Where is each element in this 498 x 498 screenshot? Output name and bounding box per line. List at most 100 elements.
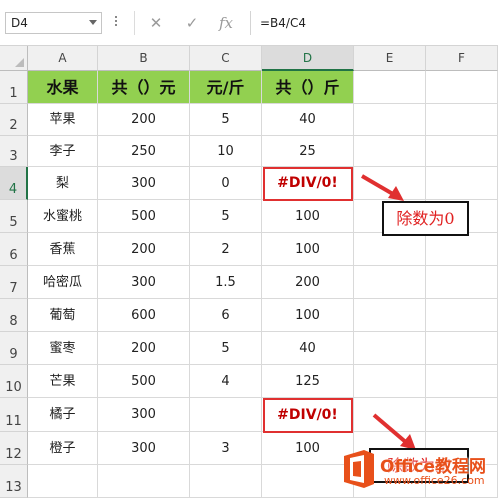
column-header-e[interactable]: E bbox=[354, 46, 426, 71]
cell-b10[interactable]: 500 bbox=[98, 365, 190, 398]
triangle-icon bbox=[15, 58, 24, 67]
formula-input[interactable]: =B4/C4 bbox=[250, 11, 498, 35]
cell-b5[interactable]: 500 bbox=[98, 200, 190, 233]
column-header-c[interactable]: C bbox=[190, 46, 262, 71]
column-header-f[interactable]: F bbox=[426, 46, 498, 71]
cell-e10[interactable] bbox=[354, 365, 426, 398]
row-number: 10 bbox=[5, 380, 22, 395]
cell-b3[interactable]: 250 bbox=[98, 136, 190, 167]
row-header[interactable]: 8 bbox=[0, 299, 28, 332]
cell-d1[interactable]: 共（）斤 bbox=[262, 71, 354, 104]
cell-b9[interactable]: 200 bbox=[98, 332, 190, 365]
cell-d2[interactable]: 40 bbox=[262, 104, 354, 136]
cell-b8[interactable]: 600 bbox=[98, 299, 190, 332]
column-header-a[interactable]: A bbox=[28, 46, 98, 71]
row-header[interactable]: 7 bbox=[0, 266, 28, 299]
cell-c11[interactable] bbox=[190, 398, 262, 432]
cell-c10[interactable]: 4 bbox=[190, 365, 262, 398]
cell-a11[interactable]: 橘子 bbox=[28, 398, 98, 432]
cell-f7[interactable] bbox=[426, 266, 498, 299]
cell-a1[interactable]: 水果 bbox=[28, 71, 98, 104]
cell-c1[interactable]: 元/斤 bbox=[190, 71, 262, 104]
cell-d7[interactable]: 200 bbox=[262, 266, 354, 299]
cell-f1[interactable] bbox=[426, 71, 498, 104]
cell-b7[interactable]: 300 bbox=[98, 266, 190, 299]
cell-b4[interactable]: 300 bbox=[98, 167, 190, 200]
row-header[interactable]: 13 bbox=[0, 465, 28, 498]
cell-d8[interactable]: 100 bbox=[262, 299, 354, 332]
cell-b2[interactable]: 200 bbox=[98, 104, 190, 136]
drag-handle-icon[interactable] bbox=[114, 14, 118, 32]
cell-a5[interactable]: 水蜜桃 bbox=[28, 200, 98, 233]
cell-c12[interactable]: 3 bbox=[190, 432, 262, 465]
name-box[interactable]: D4 bbox=[5, 12, 102, 34]
row-header[interactable]: 11 bbox=[0, 398, 28, 432]
cell-a4[interactable]: 梨 bbox=[28, 167, 98, 200]
select-all-button[interactable] bbox=[0, 46, 28, 71]
row-number: 9 bbox=[9, 347, 18, 362]
cell-c2[interactable]: 5 bbox=[190, 104, 262, 136]
cell-b6[interactable]: 200 bbox=[98, 233, 190, 266]
column-header-d[interactable]: D bbox=[262, 46, 354, 71]
cell-b13[interactable] bbox=[98, 465, 190, 498]
cell-e1[interactable] bbox=[354, 71, 426, 104]
cell-b11[interactable]: 300 bbox=[98, 398, 190, 432]
chevron-down-icon[interactable] bbox=[89, 20, 97, 25]
cell-c8[interactable]: 6 bbox=[190, 299, 262, 332]
row-header[interactable]: 4 bbox=[0, 167, 28, 200]
cell-f3[interactable] bbox=[426, 136, 498, 167]
cell-a13[interactable] bbox=[28, 465, 98, 498]
cell-f10[interactable] bbox=[426, 365, 498, 398]
row-header[interactable]: 3 bbox=[0, 136, 28, 167]
cell-c4[interactable]: 0 bbox=[190, 167, 262, 200]
cell-a2[interactable]: 苹果 bbox=[28, 104, 98, 136]
cell-b1[interactable]: 共（）元 bbox=[98, 71, 190, 104]
row-header[interactable]: 2 bbox=[0, 104, 28, 136]
cell-d3[interactable]: 25 bbox=[262, 136, 354, 167]
cell-f4[interactable] bbox=[426, 167, 498, 200]
cell-d6[interactable]: 100 bbox=[262, 233, 354, 266]
cell-c9[interactable]: 5 bbox=[190, 332, 262, 365]
cell-f8[interactable] bbox=[426, 299, 498, 332]
cell-a9[interactable]: 蜜枣 bbox=[28, 332, 98, 365]
row-header[interactable]: 9 bbox=[0, 332, 28, 365]
cell-e6[interactable] bbox=[354, 233, 426, 266]
cell-c6[interactable]: 2 bbox=[190, 233, 262, 266]
column-header-b[interactable]: B bbox=[98, 46, 190, 71]
row-header[interactable]: 5 bbox=[0, 200, 28, 233]
cell-a12[interactable]: 橙子 bbox=[28, 432, 98, 465]
cell-f2[interactable] bbox=[426, 104, 498, 136]
cell-e7[interactable] bbox=[354, 266, 426, 299]
row-header[interactable]: 10 bbox=[0, 365, 28, 398]
cell-f11[interactable] bbox=[426, 398, 498, 432]
cell-e9[interactable] bbox=[354, 332, 426, 365]
cell-e8[interactable] bbox=[354, 299, 426, 332]
row-header[interactable]: 1 bbox=[0, 71, 28, 104]
enter-icon[interactable]: ✓ bbox=[177, 11, 207, 35]
cancel-icon[interactable]: ✕ bbox=[141, 11, 171, 35]
cell-e2[interactable] bbox=[354, 104, 426, 136]
watermark-url: www.office26.com bbox=[384, 474, 485, 487]
row-header[interactable]: 12 bbox=[0, 432, 28, 465]
row-number: 13 bbox=[5, 480, 22, 495]
cell-a7[interactable]: 哈密瓜 bbox=[28, 266, 98, 299]
cell-a8[interactable]: 葡萄 bbox=[28, 299, 98, 332]
cell-b12[interactable]: 300 bbox=[98, 432, 190, 465]
cell-a10[interactable]: 芒果 bbox=[28, 365, 98, 398]
cell-a6[interactable]: 香蕉 bbox=[28, 233, 98, 266]
row-header[interactable]: 6 bbox=[0, 233, 28, 266]
cell-a3[interactable]: 李子 bbox=[28, 136, 98, 167]
cell-c7[interactable]: 1.5 bbox=[190, 266, 262, 299]
cell-e3[interactable] bbox=[354, 136, 426, 167]
cell-c5[interactable]: 5 bbox=[190, 200, 262, 233]
cell-d5[interactable]: 100 bbox=[262, 200, 354, 233]
cell-c13[interactable] bbox=[190, 465, 262, 498]
cell-f9[interactable] bbox=[426, 332, 498, 365]
cell-c3[interactable]: 10 bbox=[190, 136, 262, 167]
row-number: 6 bbox=[9, 248, 18, 263]
cell-d10[interactable]: 125 bbox=[262, 365, 354, 398]
cell-f6[interactable] bbox=[426, 233, 498, 266]
office-logo-icon bbox=[344, 450, 374, 488]
insert-function-button[interactable]: fx bbox=[211, 11, 241, 35]
cell-d9[interactable]: 40 bbox=[262, 332, 354, 365]
